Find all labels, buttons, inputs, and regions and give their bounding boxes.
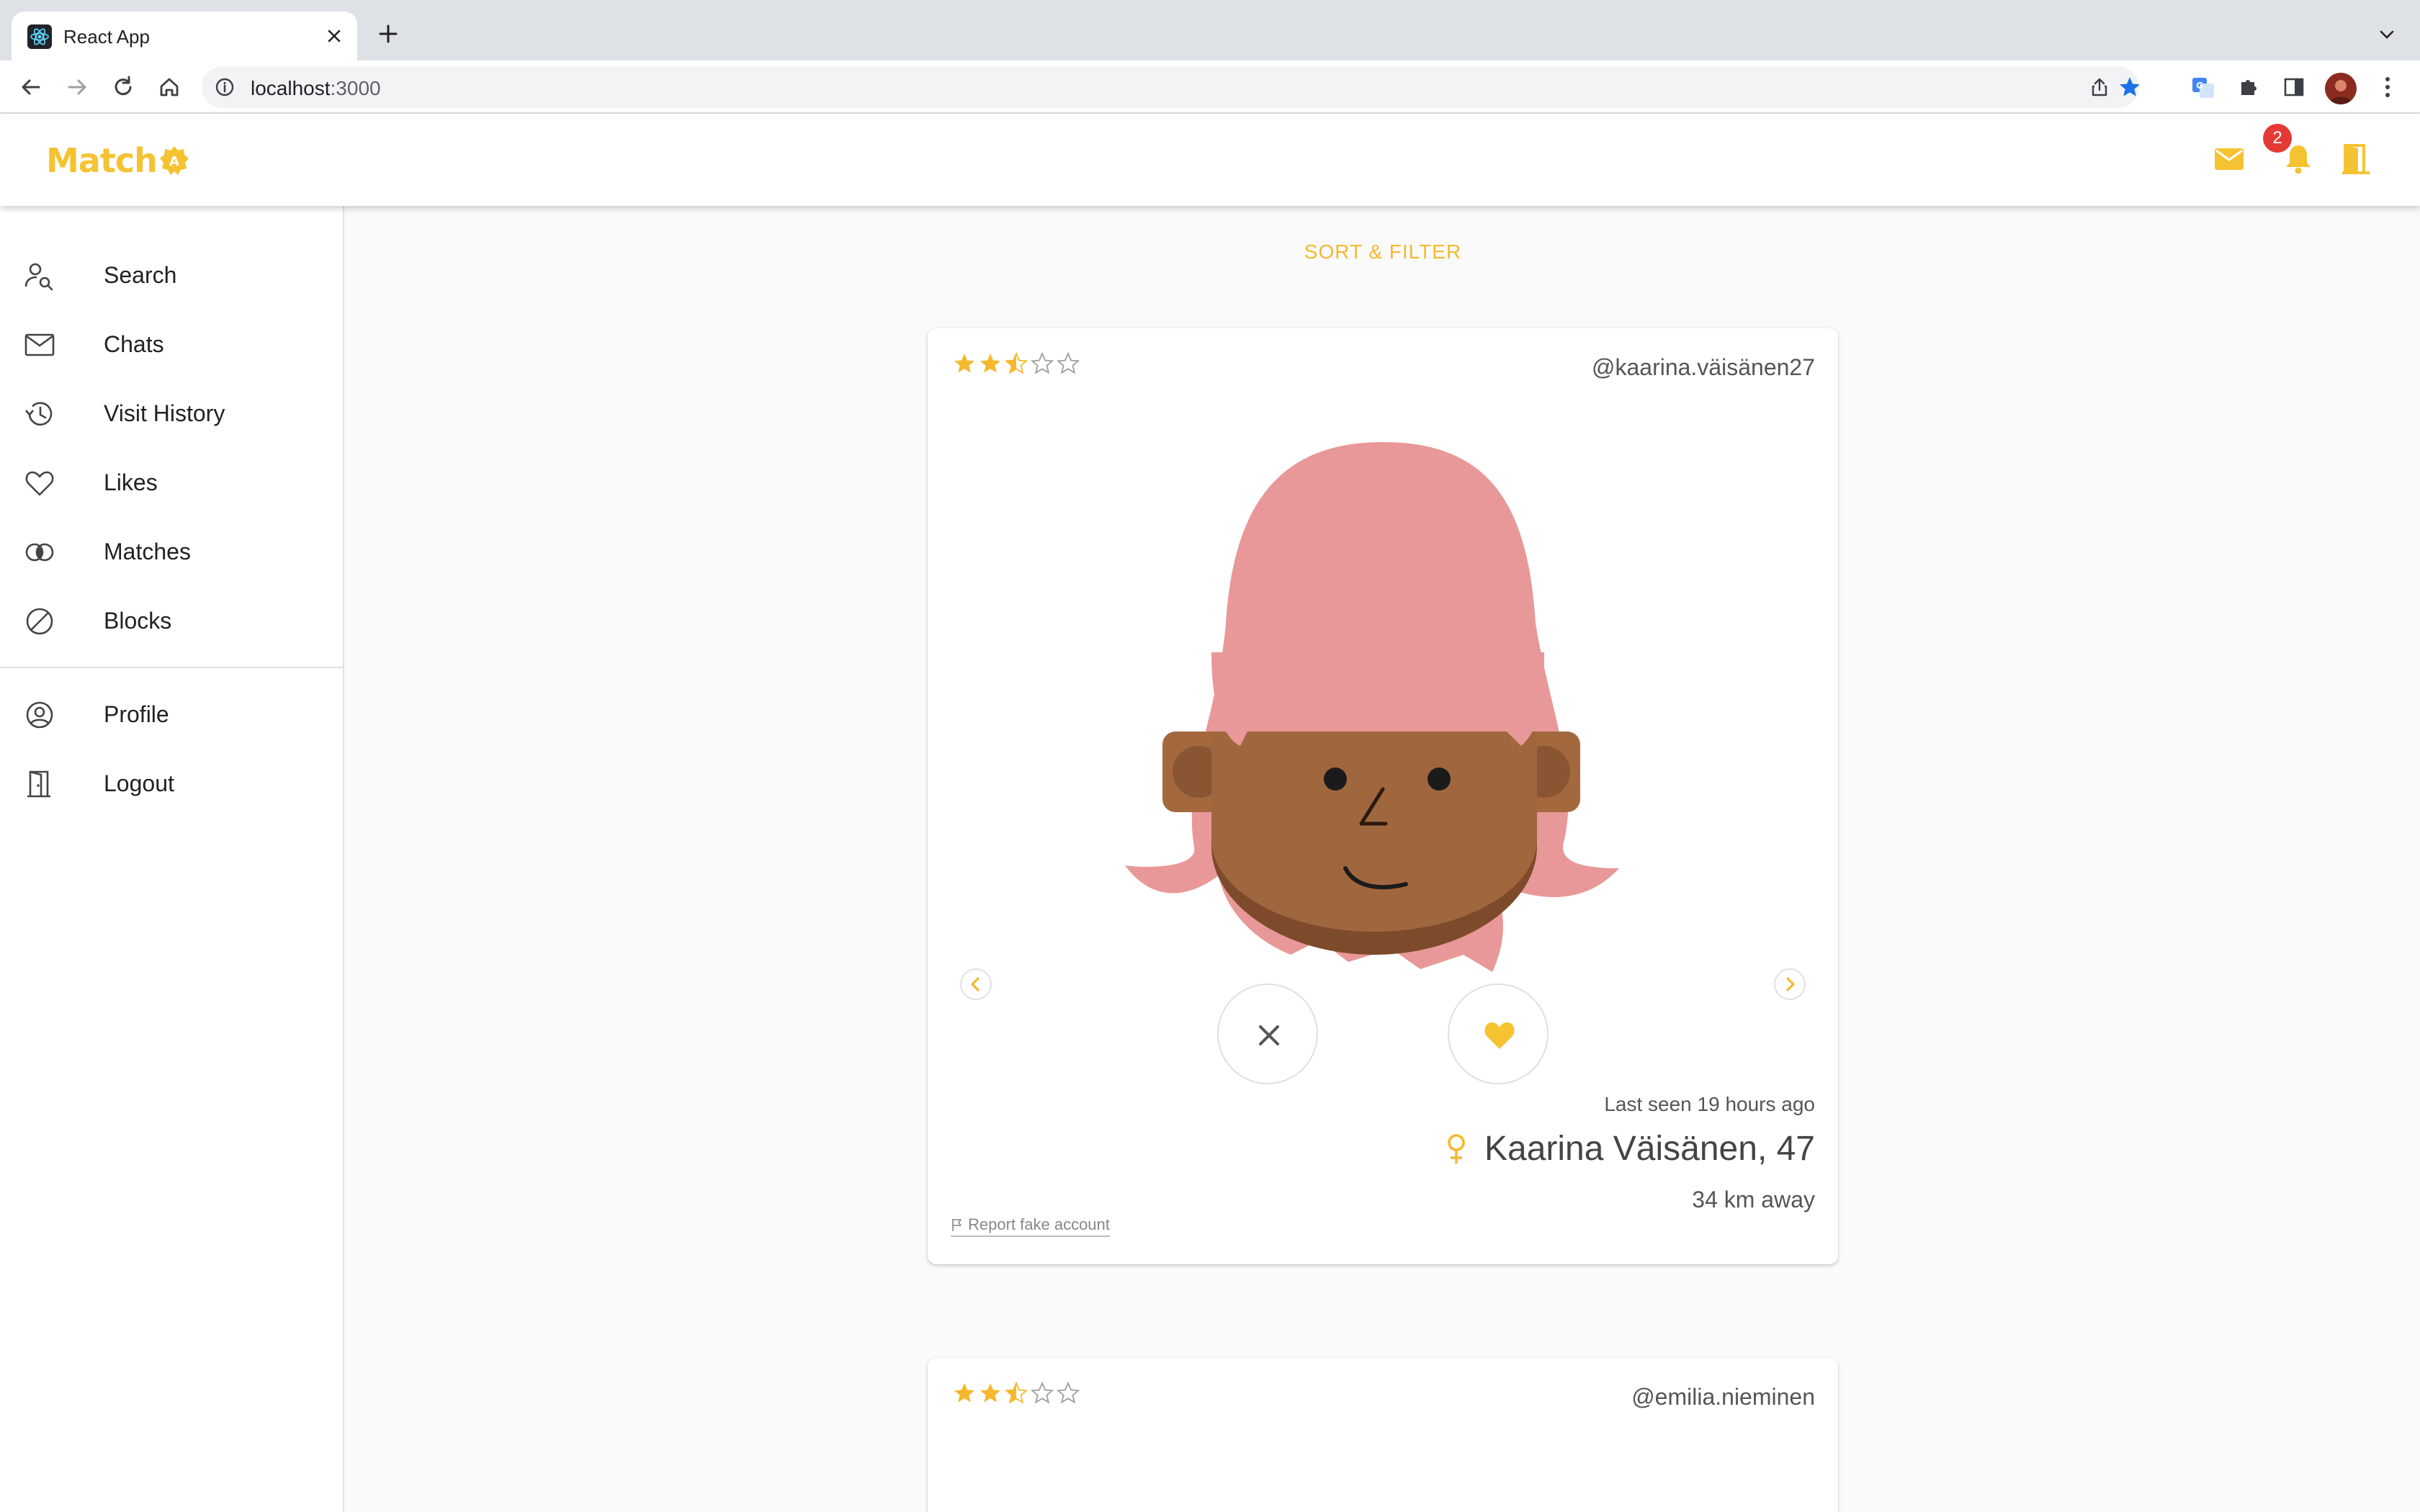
browser-tab[interactable]: React App [12,12,357,60]
url-port: :3000 [330,77,381,99]
flag-icon [952,1219,962,1231]
profile-username: @kaarina.väisänen27 [1591,354,1815,380]
browser-tabstrip: React App [0,0,2420,60]
browser-toolbar: localhost:3000 G [0,60,2420,114]
rating-stars [952,1381,1080,1405]
previous-photo-chevron-icon[interactable] [958,966,994,1002]
notification-count-badge: 2 [2263,124,2292,153]
star-full-icon [980,1383,1000,1403]
heart-icon [23,467,56,500]
sidebar: Search Chats Visit History Likes Matches… [0,206,344,1512]
reload-icon[interactable] [107,71,140,104]
app-header: Match A [0,114,2420,206]
sidebar-item-label: Visit History [104,400,225,426]
header-mail-icon[interactable] [2211,141,2247,177]
matches-icon [23,536,56,569]
report-fake-account-link[interactable]: Report fake account [951,1215,1110,1237]
star-half-icon [1004,351,1028,374]
sidebar-item-label: Matches [104,539,191,564]
share-icon[interactable] [2087,75,2112,99]
bookmark-star-icon[interactable] [2118,75,2142,99]
sort-filter-button[interactable]: SORT & FILTER [1275,240,1491,264]
site-info-icon[interactable] [213,76,236,99]
block-icon [23,605,56,638]
sidebar-item-matches[interactable]: Matches [0,517,343,586]
tab-search-chevron-icon[interactable] [2374,22,2400,48]
last-seen-text: Last seen 19 hours ago [1604,1093,1815,1115]
star-empty-icon [1056,1381,1080,1404]
svg-text:G: G [2196,81,2203,91]
profile-avatar-illustration [1165,1488,1540,1512]
new-tab-icon[interactable] [373,19,403,49]
profile-card: @kaarina.väisänen27 Last seen 19 hours a… [928,328,1838,1264]
sidebar-divider [0,667,343,668]
home-icon[interactable] [153,71,186,104]
sidebar-item-chats[interactable]: Chats [0,310,343,379]
profile-card: @emilia.nieminen [928,1358,1838,1512]
forward-arrow-icon[interactable] [60,71,94,104]
sidebar-item-label: Logout [104,770,174,796]
star-full-icon [980,354,1000,373]
sidebar-item-logout[interactable]: Logout [0,749,343,818]
door-icon [23,768,56,801]
side-panel-icon[interactable] [2279,72,2309,102]
heart-filled-icon [1484,1022,1515,1049]
sidebar-item-label: Blocks [104,608,172,634]
star-half-icon [1004,1381,1028,1404]
extensions-puzzle-icon[interactable] [2233,72,2263,102]
rating-stars [952,351,1080,376]
profile-avatar-illustration [1103,436,1662,976]
tab-title: React App [63,26,150,48]
logo-text: Match [46,141,158,180]
url-text: localhost:3000 [251,77,381,100]
tab-close-icon[interactable] [321,23,347,49]
match-logo[interactable]: Match A [46,141,190,180]
history-icon [23,397,56,431]
sidebar-item-blocks[interactable]: Blocks [0,586,343,655]
account-circle-icon [23,698,56,732]
back-arrow-icon[interactable] [14,71,48,104]
profile-distance: 34 km away [1692,1187,1815,1212]
next-photo-chevron-icon[interactable] [1772,966,1808,1002]
star-full-icon [954,354,974,373]
url-host: localhost [251,77,331,99]
profile-name-row: Kaarina Väisänen, 47 [1443,1129,1815,1169]
react-favicon-icon [27,24,52,49]
dislike-button[interactable] [1217,984,1318,1084]
profile-username: @emilia.nieminen [1631,1384,1815,1410]
star-full-icon [954,1383,974,1403]
sidebar-item-label: Chats [104,331,164,357]
browser-menu-icon[interactable] [2378,72,2397,102]
header-logout-door-icon[interactable] [2338,141,2374,177]
close-icon [1259,1025,1279,1045]
female-icon [1448,1133,1465,1164]
like-button[interactable] [1448,984,1549,1084]
profile-avatar[interactable] [2325,73,2357,104]
profile-name-age: Kaarina Väisänen, 47 [1484,1130,1815,1168]
sidebar-item-search[interactable]: Search [0,240,343,310]
logo-badge-letter: A [169,154,179,169]
sidebar-item-label: Profile [104,701,169,727]
sidebar-item-label: Likes [104,469,158,495]
report-label: Report fake account [968,1215,1110,1233]
sidebar-item-label: Search [104,262,177,288]
person-search-icon [23,259,56,292]
sidebar-item-visit-history[interactable]: Visit History [0,379,343,448]
mail-icon [23,328,56,361]
translate-extension-icon[interactable]: G [2188,72,2218,102]
star-empty-icon [1056,351,1080,374]
address-bar[interactable]: localhost:3000 [202,66,2142,108]
star-empty-icon [1030,351,1054,374]
logo-badge-icon: A [158,145,190,176]
star-empty-icon [1030,1381,1054,1404]
sidebar-item-likes[interactable]: Likes [0,448,343,517]
sidebar-item-profile[interactable]: Profile [0,680,343,749]
